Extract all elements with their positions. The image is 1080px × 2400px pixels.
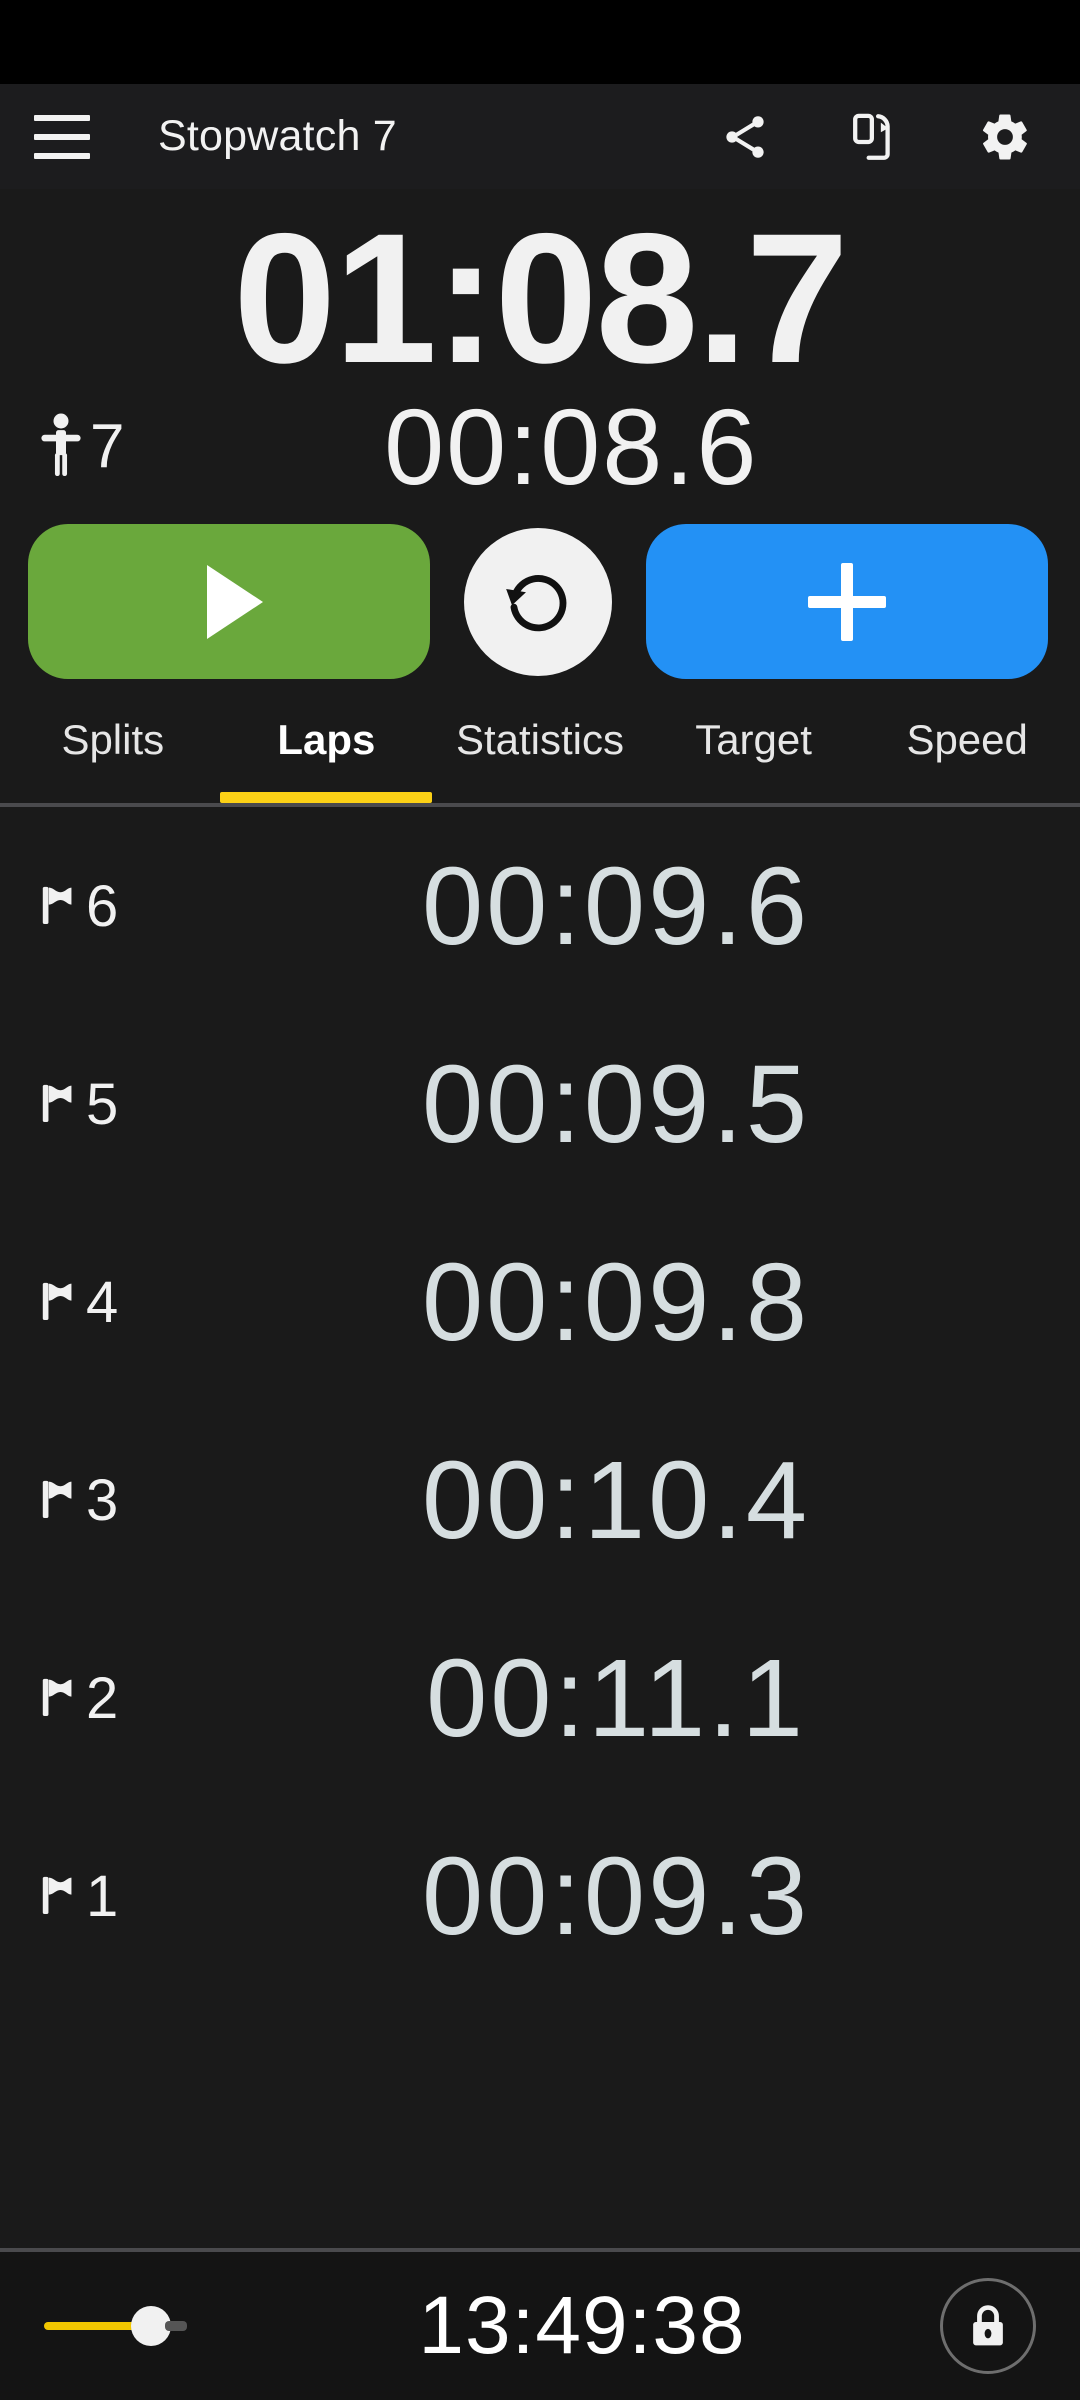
lap-time-value: 00:10.4 (421, 1438, 810, 1562)
tab-label: Statistics (455, 716, 624, 763)
lock-icon (973, 2305, 1003, 2346)
tab-splits[interactable]: Splits (6, 699, 220, 803)
hamburger-menu-icon[interactable] (34, 114, 90, 159)
plus-icon (808, 562, 886, 641)
tab-laps[interactable]: Laps (220, 699, 434, 803)
play-icon (207, 564, 263, 639)
brightness-track-remaining (165, 2321, 187, 2331)
main-timer-display[interactable]: 01:08.7 (0, 199, 1080, 392)
lap-time-value: 00:09.8 (421, 1240, 810, 1364)
app-bar: Stopwatch 7 (0, 84, 1080, 189)
hamburger-line (34, 152, 90, 159)
lap-number-cell: 6 (36, 873, 206, 940)
bottom-bar: 13:49:38 (0, 2248, 1080, 2400)
current-lap-timer: 00:08.6 (384, 385, 759, 507)
clock-display: 13:49:38 (418, 2280, 746, 2371)
lap-number-cell: 4 (36, 1269, 206, 1336)
tab-label: Laps (277, 716, 376, 763)
status-bar (0, 0, 1080, 84)
lap-number: 5 (86, 1071, 119, 1137)
settings-button[interactable] (976, 108, 1034, 166)
lap-time-value: 00:09.5 (421, 1042, 810, 1166)
screen-rotate-icon (853, 113, 890, 160)
brightness-track-filled (44, 2322, 139, 2330)
lap-number-cell: 5 (36, 1071, 206, 1138)
flag-icon (42, 886, 72, 925)
table-row[interactable]: 6 00:09.6 (0, 807, 1080, 1005)
share-icon (726, 115, 764, 158)
lock-button[interactable] (940, 2278, 1036, 2374)
lap-time-value: 00:09.3 (421, 1834, 810, 1958)
hamburger-line (34, 114, 90, 121)
tab-label: Splits (61, 716, 165, 763)
brightness-slider[interactable] (44, 2306, 244, 2346)
lap-number: 4 (86, 1269, 119, 1335)
lap-counter: 7 (36, 410, 124, 482)
rotate-screen-button[interactable] (846, 108, 904, 166)
tab-underline (648, 792, 860, 803)
lap-time-value: 00:09.6 (421, 844, 810, 968)
reset-rotate-icon (506, 574, 567, 631)
lap-number-cell: 3 (36, 1467, 206, 1534)
tab-bar: Splits Laps Statistics Target Speed (0, 699, 1080, 807)
tab-underline (861, 792, 1073, 803)
start-button[interactable] (28, 524, 430, 679)
table-row[interactable]: 5 00:09.5 (0, 1005, 1080, 1203)
person-standing-icon (41, 413, 81, 476)
lap-number-cell: 2 (36, 1665, 206, 1732)
lap-list[interactable]: 6 00:09.6 5 00:09.5 4 00:09.8 3 00:10.4 … (0, 807, 1080, 2248)
timer-area: 01:08.7 7 00:08.6 (0, 189, 1080, 507)
table-row[interactable]: 1 00:09.3 (0, 1797, 1080, 1995)
table-row[interactable]: 4 00:09.8 (0, 1203, 1080, 1401)
lap-counter-value: 7 (90, 411, 125, 481)
tab-target[interactable]: Target (647, 699, 861, 803)
gear-icon (982, 114, 1027, 159)
add-lap-button[interactable] (646, 524, 1048, 679)
control-buttons (0, 506, 1080, 699)
lap-number-cell: 1 (36, 1863, 206, 1930)
reset-button[interactable] (464, 527, 612, 676)
lap-number: 1 (86, 1863, 119, 1929)
page-title: Stopwatch 7 (158, 112, 397, 160)
tab-speed[interactable]: Speed (860, 699, 1074, 803)
tab-underline (434, 792, 646, 803)
table-row[interactable]: 3 00:10.4 (0, 1401, 1080, 1599)
tab-label: Speed (906, 716, 1028, 763)
flag-icon (42, 1678, 72, 1717)
tab-statistics[interactable]: Statistics (433, 699, 647, 803)
lap-time-value: 00:11.1 (426, 1636, 806, 1760)
lap-number: 3 (86, 1467, 119, 1533)
tab-underline (7, 792, 219, 803)
lap-number: 6 (86, 873, 119, 939)
app-bar-actions (716, 108, 1046, 166)
flag-icon (42, 1282, 72, 1321)
tab-underline-active (220, 792, 433, 803)
hamburger-line (34, 133, 90, 140)
flag-icon (42, 1876, 72, 1915)
app-screen: Stopwatch 7 01:08.7 7 00:08.6 Splits Lap… (0, 0, 1080, 2400)
flag-icon (42, 1480, 72, 1519)
flag-icon (42, 1084, 72, 1123)
secondary-timer-row: 7 00:08.6 (0, 385, 1080, 507)
lap-number: 2 (86, 1665, 119, 1731)
tab-label: Target (695, 716, 812, 763)
share-button[interactable] (716, 108, 774, 166)
table-row[interactable]: 2 00:11.1 (0, 1599, 1080, 1797)
